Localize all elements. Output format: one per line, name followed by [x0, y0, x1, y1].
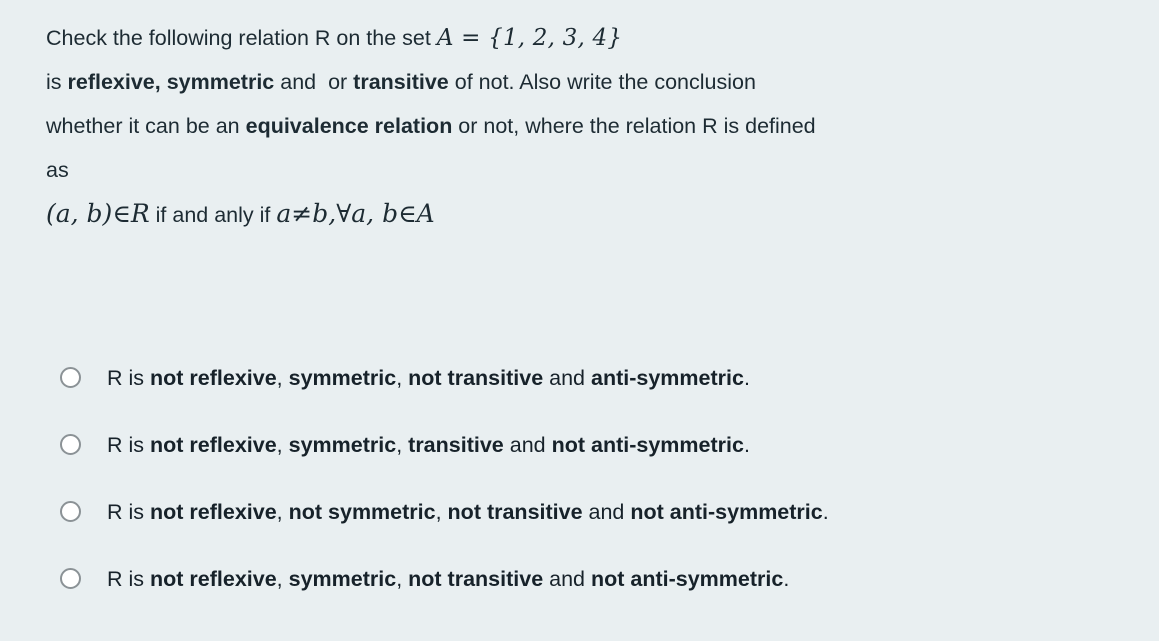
answer-option-label: R is not reflexive, symmetric, not trans… — [107, 559, 789, 599]
plain-text: . — [743, 366, 750, 390]
plain-text: and — [582, 500, 631, 524]
emphasis-text: not reflexive — [150, 433, 277, 457]
answer-option[interactable]: R is not reflexive, symmetric, not trans… — [60, 358, 1150, 425]
question-line-3: whether it can be an equivalence relatio… — [46, 104, 1146, 148]
plain-text: of not. Also write the conclusion — [448, 70, 756, 94]
comma-1: , — [328, 199, 337, 228]
forall-icon: ∀ — [336, 199, 352, 228]
relation-symbol: R — [130, 199, 150, 228]
emphasis-text: not transitive — [408, 567, 544, 591]
answer-option[interactable]: R is not reflexive, symmetric, transitiv… — [60, 425, 1150, 492]
plain-text: , — [396, 433, 409, 457]
plain-text: Check the following relation R on the se… — [46, 26, 437, 50]
answer-option-label: R is not reflexive, not symmetric, not t… — [107, 492, 829, 532]
answer-option-label: R is not reflexive, symmetric, not trans… — [107, 358, 750, 398]
plain-text: , — [276, 366, 289, 390]
plain-text: R is — [107, 567, 150, 591]
emphasis-text: symmetric — [288, 366, 397, 390]
question-line-4: as — [46, 148, 1146, 192]
plain-text: and or — [274, 70, 354, 94]
variable-a: a — [276, 199, 292, 228]
variable-b: b — [312, 199, 329, 228]
plain-text: , — [276, 433, 289, 457]
question-stem: Check the following relation R on the se… — [46, 16, 1146, 237]
plain-text: . — [822, 500, 829, 524]
plain-text: , — [396, 366, 409, 390]
plain-text: , — [276, 500, 289, 524]
answer-option-label: R is not reflexive, symmetric, transitiv… — [107, 425, 750, 465]
plain-text: and — [543, 567, 591, 591]
radio-button-icon[interactable] — [60, 501, 81, 522]
plain-text: , — [435, 500, 448, 524]
math-expression: A = {1, 2, 3, 4} — [436, 25, 623, 51]
plain-text: R is — [107, 366, 150, 390]
plain-text: , — [276, 567, 289, 591]
answer-option[interactable]: R is not reflexive, symmetric, not trans… — [60, 559, 1150, 626]
plain-text: whether it can be an — [46, 114, 246, 138]
not-equal-icon: ≠ — [291, 199, 313, 228]
plain-text: R is — [107, 500, 150, 524]
answer-option[interactable]: R is not reflexive, not symmetric, not t… — [60, 492, 1150, 559]
emphasis-text: transitive — [408, 433, 504, 457]
ordered-pair: (a, b) — [46, 199, 113, 228]
plain-text: R is — [107, 433, 150, 457]
emphasis-text: not anti-symmetric — [590, 567, 784, 591]
emphasis-text: symmetric — [288, 433, 397, 457]
question-line-1: Check the following relation R on the se… — [46, 16, 1146, 60]
plain-text: or not, where the relation R is defined — [452, 114, 816, 138]
relation-condition: (a, b)∈R if and anly if a≠b,∀a, b∈A — [46, 192, 1146, 237]
plain-text: as — [46, 158, 69, 182]
quantified-vars: a, b — [351, 199, 399, 228]
radio-button-icon[interactable] — [60, 434, 81, 455]
plain-text: is — [46, 70, 68, 94]
question-page: Check the following relation R on the se… — [0, 0, 1159, 641]
element-of-icon-2: ∈ — [398, 199, 417, 228]
plain-text: and — [543, 366, 591, 390]
emphasis-text: not symmetric — [288, 500, 436, 524]
radio-button-icon[interactable] — [60, 568, 81, 589]
plain-text: and — [503, 433, 552, 457]
plain-text: . — [783, 567, 790, 591]
emphasis-text: anti-symmetric — [590, 366, 744, 390]
emphasis-text: not anti-symmetric — [630, 500, 823, 524]
radio-button-icon[interactable] — [60, 367, 81, 388]
plain-text: , — [396, 567, 409, 591]
emphasis-text: symmetric — [288, 567, 397, 591]
answer-options-list: R is not reflexive, symmetric, not trans… — [60, 358, 1150, 626]
emphasis-text: not reflexive — [150, 500, 277, 524]
element-of-icon: ∈ — [112, 199, 131, 228]
emphasis-text: not reflexive — [150, 567, 277, 591]
plain-text: . — [743, 433, 750, 457]
emphasis-text: transitive — [353, 70, 449, 94]
emphasis-text: not reflexive — [150, 366, 277, 390]
emphasis-text: reflexive, symmetric — [67, 70, 275, 94]
emphasis-text: not anti-symmetric — [551, 433, 744, 457]
emphasis-text: not transitive — [447, 500, 583, 524]
iff-text: if and anly if — [155, 203, 271, 227]
question-line-2: is reflexive, symmetric and or transitiv… — [46, 60, 1146, 104]
emphasis-text: not transitive — [408, 366, 544, 390]
emphasis-text: equivalence relation — [245, 114, 453, 138]
set-name: A — [416, 199, 435, 228]
